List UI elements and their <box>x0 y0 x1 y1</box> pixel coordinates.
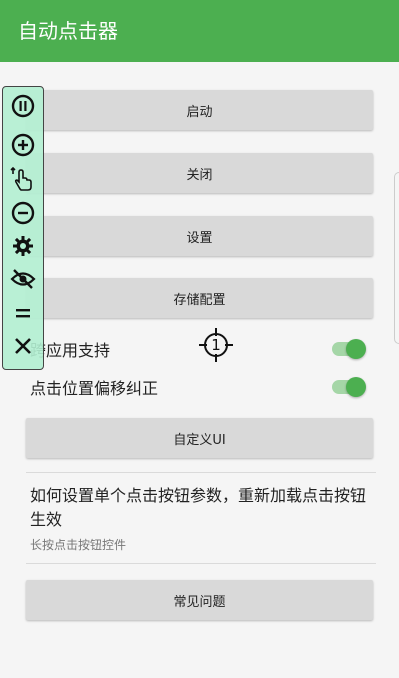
close-icon[interactable] <box>9 332 37 360</box>
custom-ui-button[interactable]: 自定义UI <box>26 418 373 458</box>
gear-icon[interactable] <box>9 232 37 260</box>
faq-button[interactable]: 常见问题 <box>26 580 373 620</box>
offset-correction-switch[interactable] <box>332 377 366 397</box>
app-title: 自动点击器 <box>18 19 118 43</box>
help-item-title[interactable]: 如何设置单个点击按钮参数，重新加载点击按钮生效 <box>30 484 375 532</box>
save-config-button[interactable]: 存储配置 <box>26 278 373 318</box>
divider <box>26 472 376 473</box>
cross-app-switch[interactable] <box>332 339 366 359</box>
toggle-label-offset-correction: 点击位置偏移纠正 <box>30 379 159 398</box>
start-button[interactable]: 启动 <box>26 90 373 130</box>
remove-icon[interactable] <box>9 199 37 227</box>
toggle-row-offset-correction: 点击位置偏移纠正 <box>30 372 370 402</box>
click-target-number: 1 <box>211 336 221 354</box>
equals-icon[interactable] <box>9 299 37 327</box>
close-button[interactable]: 关闭 <box>26 153 373 193</box>
tap-gesture-icon[interactable] <box>9 165 37 193</box>
floating-toolbar <box>2 86 44 370</box>
switch-knob <box>346 377 366 397</box>
pause-icon[interactable] <box>9 92 37 120</box>
eye-off-icon[interactable] <box>9 265 37 293</box>
click-target-crosshair[interactable]: 1 <box>199 328 233 362</box>
divider <box>26 563 376 564</box>
settings-button[interactable]: 设置 <box>26 216 373 256</box>
edge-handle[interactable] <box>394 172 399 344</box>
add-icon[interactable] <box>9 131 37 159</box>
app-bar: 自动点击器 <box>0 0 399 62</box>
switch-knob <box>346 339 366 359</box>
help-item-subtitle: 长按点击按钮控件 <box>30 538 127 552</box>
